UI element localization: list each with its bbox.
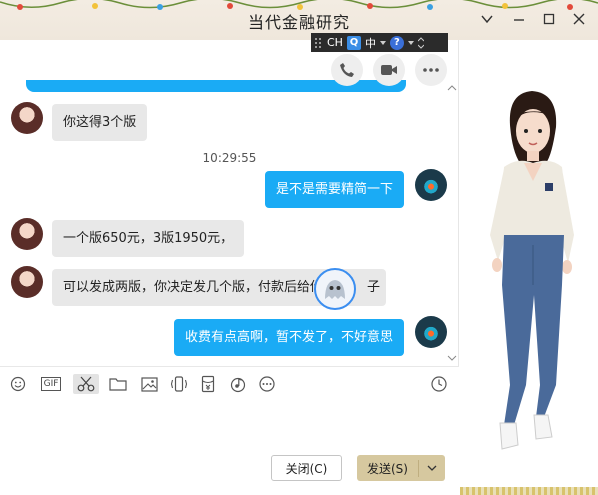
- avatar[interactable]: [415, 316, 447, 348]
- avatar-figure-illustration: [490, 91, 574, 450]
- avatar[interactable]: [11, 266, 43, 298]
- avatar[interactable]: [11, 218, 43, 250]
- history-icon[interactable]: [428, 374, 450, 394]
- maximize-icon[interactable]: [538, 9, 560, 29]
- more-icon[interactable]: [256, 374, 278, 394]
- chevron-down-icon[interactable]: [419, 465, 445, 471]
- message-text: 可以发成两版，你决定发几个版，付款后给你: [63, 280, 324, 295]
- input-toolbar: GIF: [0, 366, 459, 400]
- send-button[interactable]: 发送(S): [357, 455, 445, 481]
- emoji-icon[interactable]: [7, 374, 29, 394]
- message-bubble: 收费有点高啊，暂不发了，不好意思: [174, 319, 405, 356]
- close-button[interactable]: 关闭(C): [271, 455, 342, 481]
- timestamp: 10:29:55: [202, 151, 257, 165]
- minimize-icon[interactable]: [508, 9, 530, 29]
- scroll-up-icon[interactable]: [447, 84, 457, 92]
- message-bubble: 一个版650元，3版1950元，: [52, 220, 245, 257]
- caret-down-icon[interactable]: [407, 40, 414, 45]
- caret-down-icon[interactable]: [379, 40, 386, 45]
- more-icon[interactable]: [415, 54, 447, 86]
- close-icon[interactable]: [568, 9, 590, 29]
- red-packet-icon[interactable]: [197, 374, 219, 394]
- video-icon[interactable]: [373, 54, 405, 86]
- decorative-strip: [460, 487, 598, 495]
- send-button-label[interactable]: 发送(S): [357, 459, 419, 477]
- scissors-icon[interactable]: [73, 374, 99, 394]
- ime-language[interactable]: CH: [327, 36, 343, 49]
- music-icon[interactable]: [227, 374, 249, 394]
- expand-icon[interactable]: [417, 36, 424, 49]
- phone-icon[interactable]: [331, 54, 363, 86]
- scroll-down-icon[interactable]: [447, 354, 457, 362]
- ghost-mascot-icon[interactable]: [314, 268, 356, 310]
- avatar[interactable]: [415, 169, 447, 201]
- grip-icon[interactable]: [315, 37, 323, 49]
- chat-history[interactable]: 你这得3个版 10:29:55 是不是需要精简一下 一个版650元，3版1950…: [0, 40, 459, 366]
- chevron-down-icon[interactable]: [476, 9, 498, 29]
- message-bubble: 是不是需要精简一下: [265, 171, 405, 208]
- help-icon[interactable]: ?: [389, 35, 404, 50]
- ime-toolbar[interactable]: CH Q 中 ?: [311, 33, 448, 52]
- ime-mode[interactable]: 中: [365, 35, 376, 51]
- message-bubble: 你这得3个版: [52, 104, 148, 141]
- ime-logo-icon[interactable]: Q: [346, 35, 361, 50]
- message-text-tail: 子: [367, 280, 381, 295]
- contact-show-panel: [460, 40, 598, 495]
- image-icon[interactable]: [138, 374, 160, 394]
- folder-icon[interactable]: [107, 374, 129, 394]
- gif-icon[interactable]: GIF: [38, 374, 64, 394]
- avatar[interactable]: [11, 102, 43, 134]
- shake-icon[interactable]: [168, 374, 190, 394]
